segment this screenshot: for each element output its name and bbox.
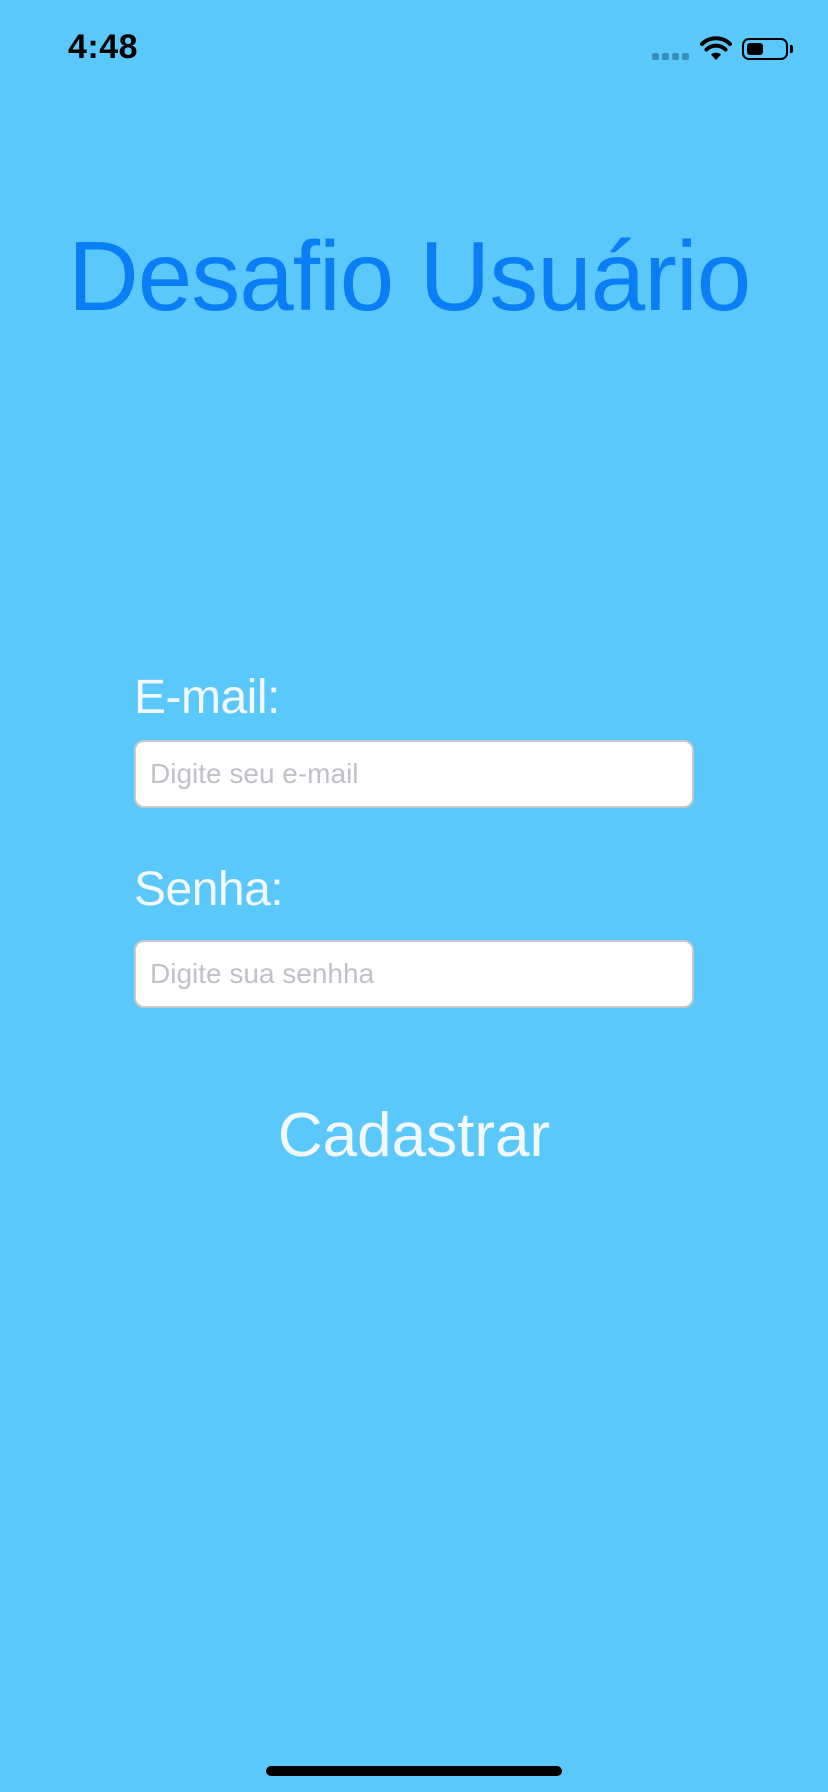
password-label: Senha: — [134, 863, 284, 916]
battery-tip — [790, 45, 793, 53]
password-field[interactable] — [134, 940, 694, 1008]
email-field[interactable] — [134, 740, 694, 808]
battery-icon — [742, 38, 788, 60]
home-indicator — [266, 1766, 562, 1776]
status-time: 4:48 — [68, 28, 139, 66]
register-button[interactable]: Cadastrar — [214, 1090, 614, 1180]
page-title: Desafio Usuário — [68, 221, 751, 331]
cellular-signal-icon — [652, 53, 689, 60]
email-label: E-mail: — [134, 671, 280, 724]
wifi-icon — [700, 36, 732, 60]
status-bar: 4:48 — [0, 0, 828, 100]
battery-level-fill — [747, 43, 763, 55]
